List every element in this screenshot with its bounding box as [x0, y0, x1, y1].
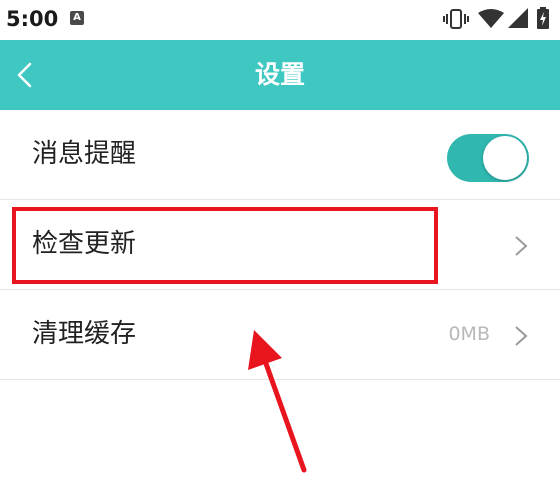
status-time: 5:00: [6, 7, 59, 31]
chevron-right-icon: [515, 236, 528, 256]
setting-row-notifications[interactable]: 消息提醒: [0, 110, 560, 200]
app-notification-icon: A: [70, 11, 84, 25]
cache-size-value: 0MB: [448, 323, 490, 345]
annotation-arrow-icon: [248, 330, 307, 473]
back-chevron-icon[interactable]: [14, 62, 36, 88]
page-title: 设置: [254, 60, 305, 89]
signal-icon: [508, 8, 528, 28]
clear-cache-label: 清理缓存: [32, 319, 137, 349]
vibrate-icon: [443, 9, 469, 29]
notifications-toggle[interactable]: [447, 134, 529, 182]
notifications-label: 消息提醒: [32, 139, 137, 169]
toggle-knob: [483, 136, 527, 180]
chevron-right-icon: [515, 326, 528, 346]
app-bar: 设置: [0, 40, 560, 110]
status-bar: 5:00 A: [0, 0, 560, 40]
battery-icon: [537, 7, 549, 29]
highlight-box: [12, 207, 438, 284]
wifi-icon: [478, 9, 504, 28]
